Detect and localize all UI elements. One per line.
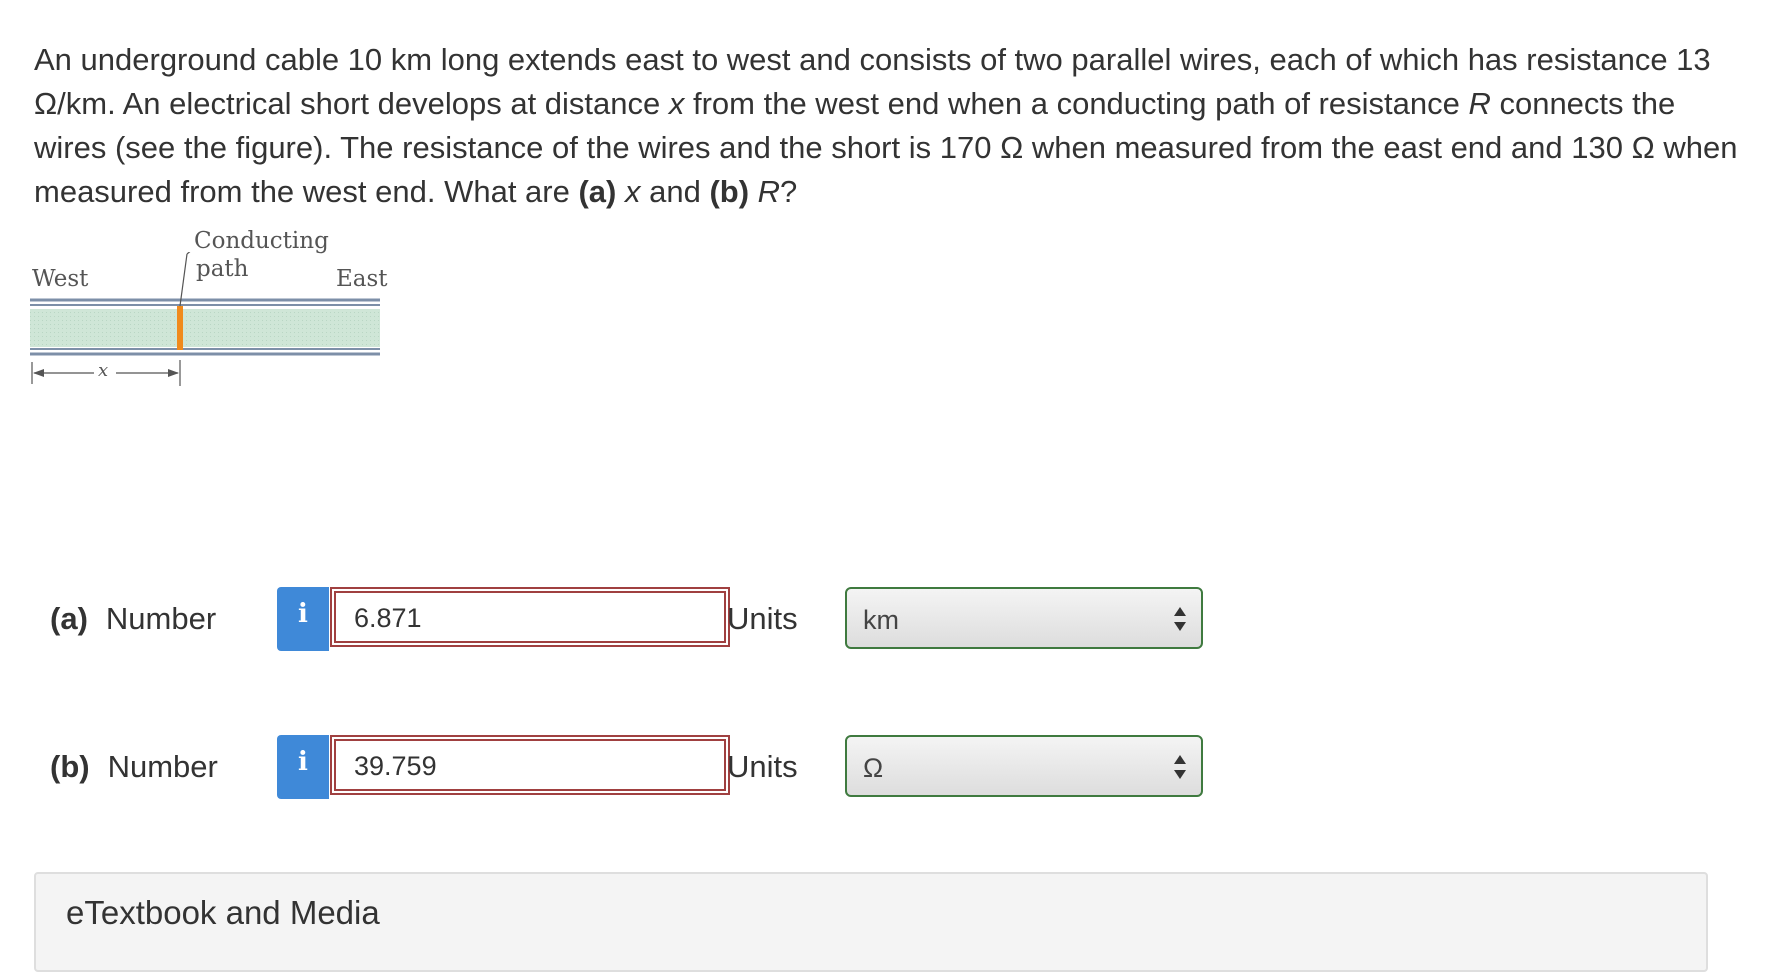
select-arrows-icon	[1173, 753, 1187, 781]
answer-field-b[interactable]	[330, 735, 730, 795]
answer-input-a[interactable]	[354, 603, 714, 634]
info-button-b[interactable]: i	[277, 735, 329, 799]
cable-figure: Conducting path West East x	[30, 228, 400, 432]
etextbook-media-title: eTextbook and Media	[66, 894, 380, 931]
answer-input-b[interactable]	[354, 751, 714, 782]
figure-label-east: East	[336, 266, 388, 292]
info-icon: i	[298, 747, 308, 777]
question-text: An underground cable 10 km long extends …	[34, 42, 1738, 209]
etextbook-media-panel[interactable]: eTextbook and Media	[34, 872, 1708, 972]
units-label-b: Units	[727, 749, 798, 784]
units-label-a: Units	[727, 601, 798, 636]
part-b-label: (b) Number	[50, 749, 218, 784]
units-value-a: km	[863, 605, 899, 635]
answer-field-a[interactable]	[330, 587, 730, 647]
figure-label-west: West	[32, 266, 89, 292]
units-select-a[interactable]: km	[845, 587, 1203, 649]
figure-label-path: path	[196, 256, 249, 282]
units-value-b: Ω	[863, 753, 884, 783]
short-path	[177, 306, 183, 350]
part-a-label: (a) Number	[50, 601, 217, 636]
figure-label-conducting: Conducting	[194, 228, 329, 254]
figure-label-x: x	[98, 360, 109, 381]
info-button-a[interactable]: i	[277, 587, 329, 651]
info-icon: i	[298, 599, 308, 629]
units-select-b[interactable]: Ω	[845, 735, 1203, 797]
select-arrows-icon	[1173, 605, 1187, 633]
